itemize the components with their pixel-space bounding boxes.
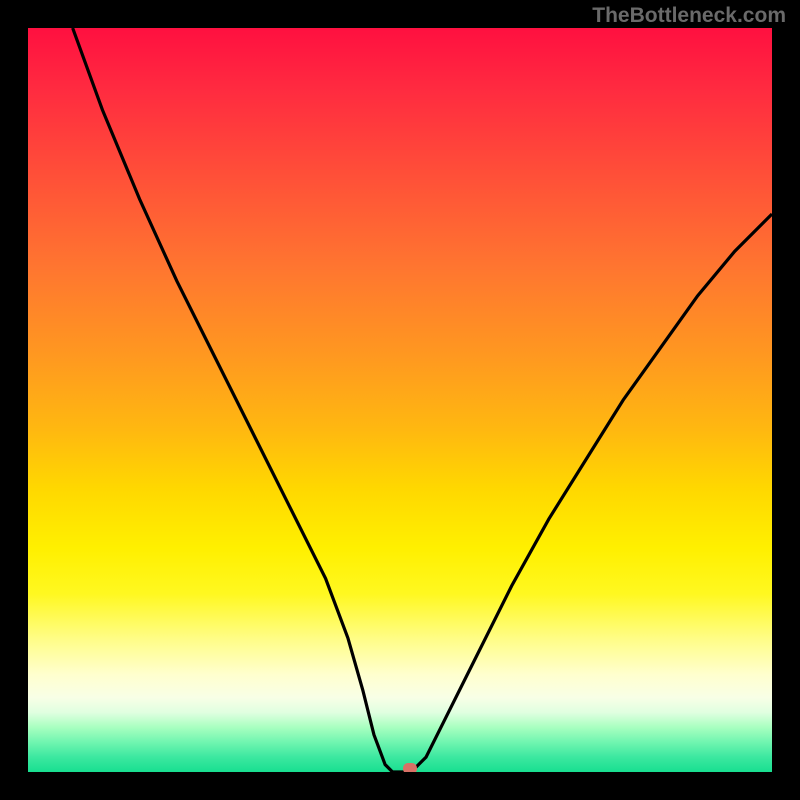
chart-container: TheBottleneck.com [0, 0, 800, 800]
curve-svg [28, 28, 772, 772]
plot-area [28, 28, 772, 772]
bottleneck-curve [73, 28, 772, 772]
optimal-point-marker [403, 763, 417, 772]
watermark-text: TheBottleneck.com [592, 4, 786, 28]
